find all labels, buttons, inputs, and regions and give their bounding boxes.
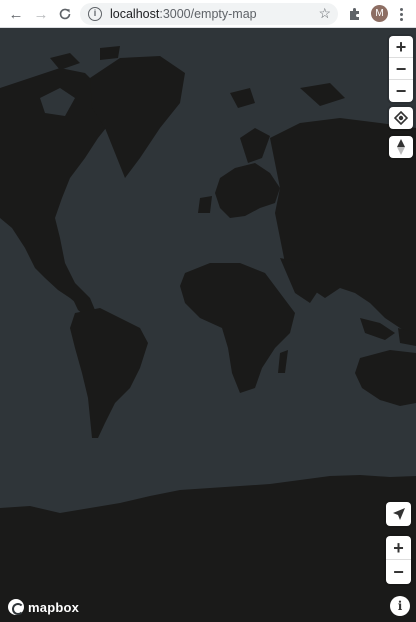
zoom-control-bottom: + − (386, 536, 411, 584)
reload-icon[interactable] (55, 4, 75, 24)
navigate-control (386, 502, 411, 526)
profile-avatar[interactable]: M (371, 5, 388, 22)
compass-needle-icon (397, 139, 405, 155)
zoom-in-button-bottom[interactable]: + (386, 536, 411, 560)
zoom-in-button[interactable]: + (389, 36, 413, 58)
compass-button[interactable] (389, 136, 413, 158)
url-host: localhost (110, 7, 160, 21)
back-arrow-icon[interactable]: ← (6, 4, 26, 24)
geolocate-button[interactable] (389, 107, 413, 129)
mapbox-logo[interactable]: mapbox (8, 599, 79, 615)
info-icon[interactable]: i (88, 7, 102, 21)
world-landmass (0, 46, 416, 622)
address-bar[interactable]: i localhost:3000/empty-map ☆ (80, 3, 338, 25)
url-text: localhost:3000/empty-map (110, 7, 257, 21)
star-icon[interactable]: ☆ (318, 5, 331, 22)
navigation-arrow-icon (392, 508, 405, 520)
kebab-menu-icon[interactable] (394, 4, 408, 24)
url-path: :3000/empty-map (159, 7, 257, 21)
zoom-control-top: + − − (389, 36, 413, 102)
compass-control (389, 136, 413, 158)
mapbox-mark-icon (8, 599, 24, 615)
map-canvas[interactable]: + − − + − mapbox i (0, 28, 416, 622)
target-icon (394, 111, 408, 125)
attribution-info-button[interactable]: i (390, 596, 410, 616)
browser-toolbar: ← → i localhost:3000/empty-map ☆ M (0, 0, 416, 28)
forward-arrow-icon[interactable]: → (31, 4, 51, 24)
navigate-button[interactable] (386, 502, 411, 526)
zoom-out-button-bottom[interactable]: − (386, 560, 411, 584)
zoom-out-secondary-button[interactable]: − (389, 80, 413, 102)
geolocate-control (389, 107, 413, 129)
mapbox-wordmark: mapbox (28, 599, 80, 615)
zoom-out-button[interactable]: − (389, 58, 413, 80)
puzzle-icon[interactable] (345, 4, 365, 24)
